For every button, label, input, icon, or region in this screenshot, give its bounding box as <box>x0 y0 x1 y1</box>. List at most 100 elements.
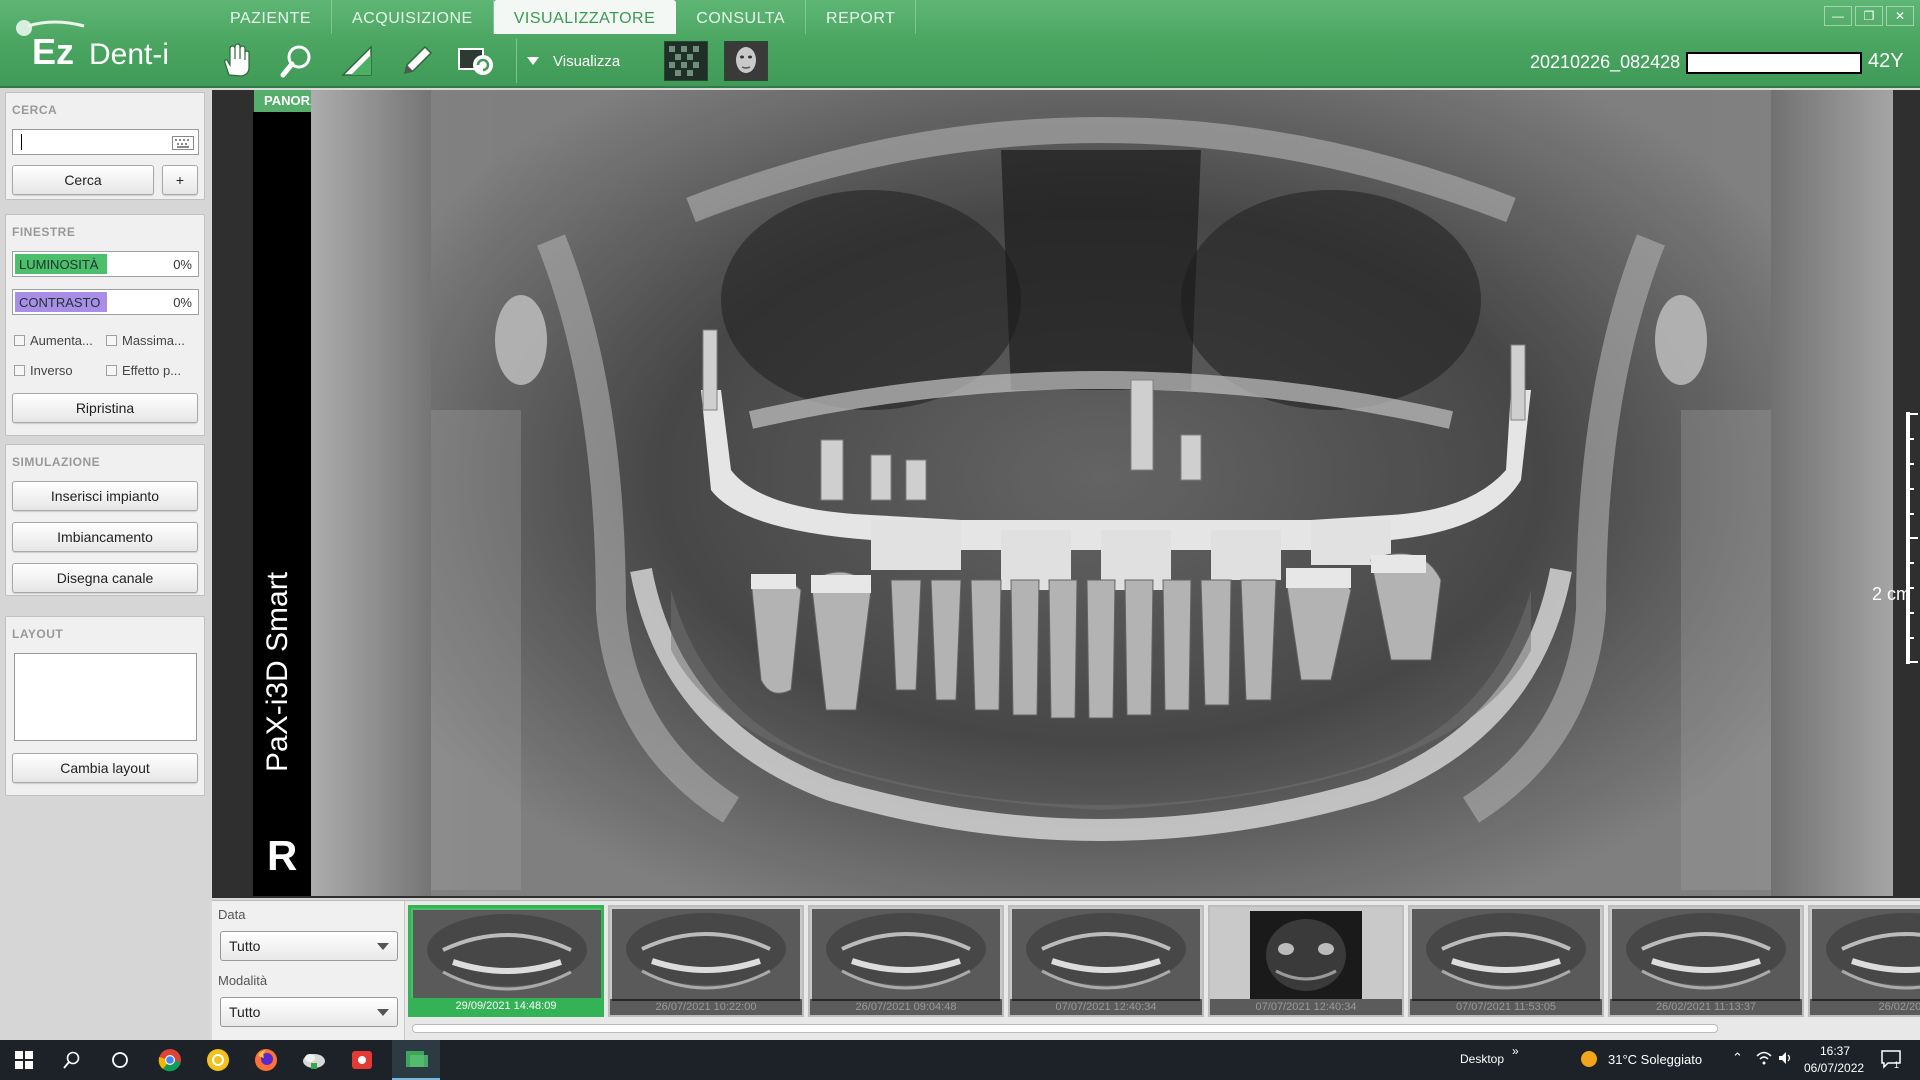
minimize-icon[interactable]: — <box>1824 6 1852 26</box>
thumbnail-image <box>812 909 1000 1001</box>
thumbnail-item[interactable]: 29/09/2021 14:48:09 <box>408 905 604 1017</box>
tab-acquisizione[interactable]: ACQUISIZIONE <box>332 0 494 34</box>
keyboard-icon[interactable] <box>172 136 194 150</box>
thumbnail-item[interactable]: 26/07/2021 09:04:48 <box>808 905 1004 1017</box>
windows-taskbar: Desktop » 31°C Soleggiato ⌃ 16:37 06/07/… <box>0 1040 1920 1080</box>
magnifier-icon[interactable] <box>274 38 320 84</box>
texture-view-icon[interactable] <box>664 41 709 81</box>
notification-icon[interactable]: 1 <box>1880 1049 1902 1072</box>
weather-icon[interactable] <box>1580 1050 1598 1071</box>
enhance-label: Aumenta... <box>30 333 93 348</box>
search-icon[interactable] <box>48 1040 96 1080</box>
close-icon[interactable]: ✕ <box>1886 6 1914 26</box>
thumbnail-scrollbar[interactable] <box>412 1024 1718 1033</box>
contrast-slider[interactable]: CONTRASTO 0% <box>12 289 199 315</box>
chevron-up-icon[interactable]: ⌃ <box>1732 1050 1743 1066</box>
tab-visualizzatore[interactable]: VISUALIZZATORE <box>493 0 677 34</box>
volume-icon[interactable] <box>1778 1050 1794 1069</box>
checkbox-box <box>14 365 25 376</box>
cloud-app-icon[interactable] <box>290 1040 338 1080</box>
brightness-slider[interactable]: LUMINOSITÀ 0% <box>12 251 199 277</box>
pencil-icon[interactable] <box>394 38 440 84</box>
add-search-button[interactable]: + <box>162 165 198 195</box>
wifi-icon[interactable] <box>1756 1050 1772 1069</box>
thumbnail-date: 26/07/2021 09:04:48 <box>810 999 1002 1015</box>
date-filter-label: Data <box>218 907 246 922</box>
panoramic-xray-image[interactable] <box>311 90 1893 896</box>
ezdent-logo: Ez Dent-i <box>14 18 194 78</box>
modality-filter-select[interactable]: Tutto <box>220 997 398 1027</box>
thumbnail-item[interactable]: 07/07/2021 12:40:34 <box>1008 905 1204 1017</box>
rotate-image-icon[interactable] <box>454 38 500 84</box>
invert-label: Inverso <box>30 363 73 378</box>
face-photo-icon[interactable] <box>724 41 769 81</box>
patient-name-field <box>1686 52 1862 74</box>
red-app-icon[interactable] <box>338 1040 386 1080</box>
thumbnail-item[interactable]: 26/02/2021 11:13:37 <box>1608 905 1804 1017</box>
desktop-toolbar-label[interactable]: Desktop <box>1460 1052 1504 1066</box>
weather-text[interactable]: 31°C Soleggiato <box>1608 1052 1702 1067</box>
ezdent-app-icon[interactable] <box>392 1040 440 1080</box>
patient-id: 20210226_082428 <box>1530 52 1681 72</box>
date-filter-select[interactable]: Tutto <box>220 931 398 961</box>
clock-date[interactable]: 06/07/2022 <box>1804 1061 1864 1075</box>
modality-filter-label: Modalità <box>218 973 268 988</box>
enhance-checkbox[interactable]: Aumenta... <box>14 333 93 348</box>
scale-ruler <box>1906 412 1918 664</box>
chrome-icon[interactable] <box>146 1040 194 1080</box>
brightness-label: LUMINOSITÀ <box>19 257 99 272</box>
thumbnail-image <box>1412 909 1600 1001</box>
contrast-label: CONTRASTO <box>19 295 101 310</box>
layout-panel-title: LAYOUT <box>12 627 64 641</box>
thumbnail-filters: Data Tutto Modalità Tutto <box>212 901 405 1041</box>
hand-pan-icon[interactable] <box>214 38 260 84</box>
device-label: PaX-i3D Smart <box>261 571 294 772</box>
thumbnail-item[interactable]: 26/02/2021 <box>1808 905 1920 1017</box>
thumbnail-item[interactable]: 26/07/2021 10:22:00 <box>608 905 804 1017</box>
thumbnail-item[interactable]: 07/07/2021 11:53:05 <box>1408 905 1604 1017</box>
yellow-app-icon[interactable] <box>194 1040 242 1080</box>
thumbnail-image <box>413 910 601 1002</box>
image-viewer[interactable]: PANORAMICA PaX-i3D Smart R 2 cm <box>212 90 1920 898</box>
notification-count: 1 <box>1894 1060 1899 1069</box>
visualizza-dropdown[interactable]: Visualizza <box>527 53 620 70</box>
checkbox-box <box>106 335 117 346</box>
maximize-checkbox[interactable]: Massima... <box>106 333 185 348</box>
date-filter-value: Tutto <box>229 938 261 954</box>
thumbnail-date: 29/09/2021 14:48:09 <box>411 998 601 1014</box>
measure-angle-icon[interactable] <box>334 38 380 84</box>
search-input[interactable] <box>12 129 199 155</box>
firefox-icon[interactable] <box>242 1040 290 1080</box>
toolbar-expand-icon[interactable]: » <box>1512 1044 1519 1058</box>
thumbnail-date: 26/02/2021 11:13:37 <box>1610 999 1802 1015</box>
window-controls: — ❐ ✕ <box>1821 6 1914 26</box>
invert-checkbox[interactable]: Inverso <box>14 363 73 378</box>
cortana-icon[interactable] <box>96 1040 144 1080</box>
tab-paziente[interactable]: PAZIENTE <box>210 0 333 34</box>
windows-start-icon[interactable] <box>0 1040 48 1080</box>
insert-implant-button[interactable]: Inserisci impianto <box>12 481 198 511</box>
toolbar-separator <box>516 39 517 83</box>
thumbnail-image <box>1812 909 1920 1001</box>
brightness-value: 0% <box>173 257 192 272</box>
thumbnail-date: 26/07/2021 10:22:00 <box>610 999 802 1015</box>
change-layout-button[interactable]: Cambia layout <box>12 753 198 783</box>
effect-checkbox[interactable]: Effetto p... <box>106 363 181 378</box>
thumbnail-image <box>1012 909 1200 1001</box>
whitening-button[interactable]: Imbiancamento <box>12 522 198 552</box>
logo-dent: Dent-i <box>89 38 169 71</box>
clock-time[interactable]: 16:37 <box>1820 1044 1850 1058</box>
reset-button[interactable]: Ripristina <box>12 393 198 423</box>
contrast-value: 0% <box>173 295 192 310</box>
draw-canal-button[interactable]: Disegna canale <box>12 563 198 593</box>
layout-preview[interactable] <box>14 653 197 741</box>
text-cursor <box>21 134 22 150</box>
search-button[interactable]: Cerca <box>12 165 154 195</box>
thumbnail-item[interactable]: 07/07/2021 12:40:34 <box>1208 905 1404 1017</box>
tab-consulta[interactable]: CONSULTA <box>676 0 807 34</box>
restore-icon[interactable]: ❐ <box>1855 6 1883 26</box>
chevron-down-icon <box>377 1009 389 1016</box>
checkbox-box <box>106 365 117 376</box>
windows-panel: FINESTRE LUMINOSITÀ 0% CONTRASTO 0% Aume… <box>5 214 205 436</box>
tab-report[interactable]: REPORT <box>806 0 917 34</box>
